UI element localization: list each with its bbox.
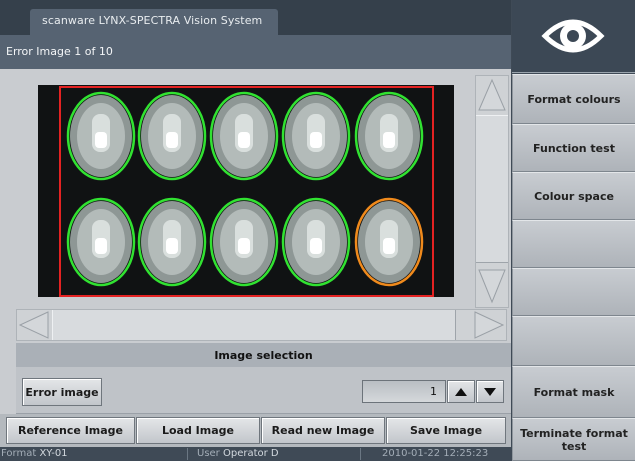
app-title: scanware LYNX-SPECTRA Vision System xyxy=(42,14,263,27)
error-image-counter: Error Image 1 of 10 xyxy=(6,45,113,58)
status-divider xyxy=(360,448,361,460)
status-user: User Operator D xyxy=(197,447,279,461)
format-colours-button[interactable]: Format colours xyxy=(512,74,635,124)
empty-sidebar-button-2[interactable] xyxy=(512,268,635,316)
status-datetime: 2010-01-22 12:25:23 xyxy=(382,448,489,459)
image-number-field[interactable]: 1 xyxy=(362,380,446,403)
arrow-up-icon xyxy=(455,387,467,396)
inspection-region-frame xyxy=(59,86,434,297)
scroll-right-button[interactable] xyxy=(472,310,506,340)
scroll-left-button[interactable] xyxy=(17,310,51,340)
arrow-down-icon xyxy=(484,387,496,396)
triangle-left-icon xyxy=(18,311,49,339)
status-user-label: User xyxy=(197,448,220,459)
colour-space-button[interactable]: Colour space xyxy=(512,172,635,220)
format-mask-button[interactable]: Format mask xyxy=(512,366,635,418)
triangle-up-icon xyxy=(478,78,506,111)
function-test-button[interactable]: Function test xyxy=(512,124,635,172)
vertical-scroll-thumb[interactable] xyxy=(476,115,508,263)
reference-image-button[interactable]: Reference Image xyxy=(6,417,135,444)
scroll-up-button[interactable] xyxy=(476,76,508,114)
save-image-button[interactable]: Save Image xyxy=(386,417,506,444)
error-image-button[interactable]: Error image xyxy=(22,378,102,406)
empty-sidebar-button-1[interactable] xyxy=(512,220,635,268)
scroll-down-button[interactable] xyxy=(476,266,508,306)
status-format-label: Format xyxy=(1,448,37,459)
triangle-down-icon xyxy=(478,269,506,304)
read-new-image-button[interactable]: Read new Image xyxy=(261,417,385,444)
status-format: Format XY-01 xyxy=(1,447,68,461)
logo-area xyxy=(512,0,635,73)
status-format-value: XY-01 xyxy=(39,448,68,459)
prev-image-down-button[interactable] xyxy=(476,380,504,403)
next-image-up-button[interactable] xyxy=(447,380,475,403)
status-user-value: Operator D xyxy=(222,448,279,459)
status-divider xyxy=(187,448,188,460)
image-selection-header: Image selection xyxy=(16,343,511,367)
triangle-right-icon xyxy=(474,311,505,339)
empty-sidebar-button-3[interactable] xyxy=(512,316,635,366)
load-image-button[interactable]: Load Image xyxy=(136,417,260,444)
terminate-format-test-button[interactable]: Terminate format test xyxy=(512,418,635,461)
horizontal-scroll-thumb[interactable] xyxy=(52,310,456,340)
eye-icon xyxy=(541,19,605,53)
